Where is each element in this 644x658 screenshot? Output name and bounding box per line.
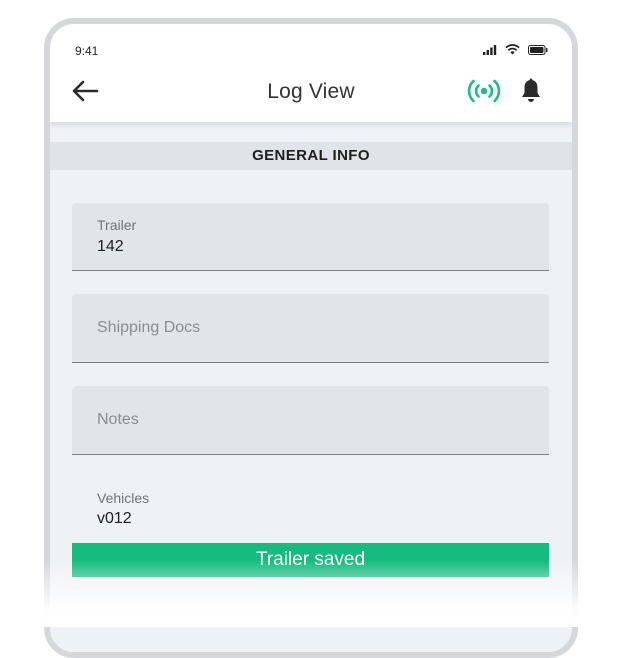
section-header-general-info: GENERAL INFO: [50, 142, 572, 170]
vehicles-field[interactable]: Vehicles v012: [72, 478, 549, 543]
shipping-docs-field[interactable]: Shipping Docs: [72, 294, 549, 363]
toast-message: Trailer saved: [72, 543, 549, 577]
notifications-button[interactable]: [516, 76, 546, 110]
broadcast-signal-icon: [467, 78, 501, 109]
app-bar: Log View: [50, 66, 572, 122]
connection-status-button[interactable]: [466, 76, 502, 110]
phone-frame: 9:41 Log View GENERAL INFO Trailer 142 S…: [44, 18, 578, 658]
battery-icon: [528, 44, 548, 55]
status-icons: [483, 44, 548, 55]
vehicles-field-value: v012: [97, 510, 132, 527]
notes-field[interactable]: Notes: [72, 386, 549, 455]
trailer-field[interactable]: Trailer 142: [72, 203, 549, 271]
cellular-signal-icon: [483, 44, 497, 55]
content-area: GENERAL INFO Trailer 142 Shipping Docs N…: [50, 122, 572, 652]
status-time: 9:41: [75, 44, 99, 58]
notes-placeholder: Notes: [97, 411, 139, 428]
trailer-field-value: 142: [97, 238, 124, 255]
shipping-docs-placeholder: Shipping Docs: [97, 319, 201, 336]
vehicles-field-label: Vehicles: [97, 490, 150, 506]
bell-icon: [520, 78, 542, 109]
wifi-icon: [505, 44, 520, 55]
trailer-field-label: Trailer: [97, 217, 137, 233]
